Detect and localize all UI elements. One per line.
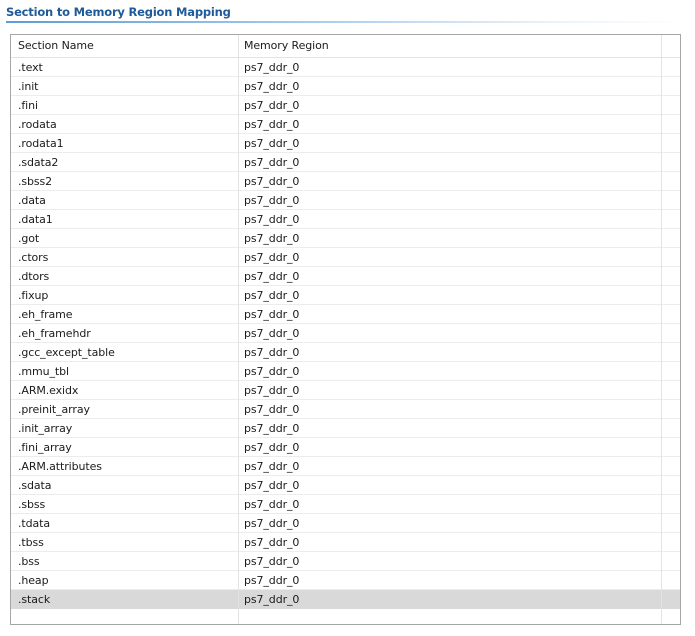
section-name-cell: .bss <box>18 555 40 568</box>
memory-region-cell[interactable]: ps7_ddr_0 <box>244 191 654 210</box>
section-name-cell: .text <box>18 61 43 74</box>
table-row[interactable]: .tdata ps7_ddr_0 <box>11 514 680 533</box>
section-name-cell: .heap <box>18 574 49 587</box>
table-row[interactable]: .eh_frame ps7_ddr_0 <box>11 305 680 324</box>
memory-region-cell[interactable]: ps7_ddr_0 <box>244 305 654 324</box>
section-name-cell: .eh_framehdr <box>18 327 91 340</box>
table-row[interactable]: .rodata1 ps7_ddr_0 <box>11 134 680 153</box>
section-name-cell: .sbss2 <box>18 175 53 188</box>
section-name-cell: .data <box>18 194 46 207</box>
section-name-cell: .fini_array <box>18 441 72 454</box>
memory-region-cell[interactable]: ps7_ddr_0 <box>244 210 654 229</box>
table-row[interactable]: .tbss ps7_ddr_0 <box>11 533 680 552</box>
table-row[interactable]: .data ps7_ddr_0 <box>11 191 680 210</box>
section-mapping-table[interactable]: Section Name Memory Region .text ps7_ddr_… <box>10 34 681 625</box>
section-name-cell: .ARM.exidx <box>18 384 79 397</box>
memory-region-cell[interactable]: ps7_ddr_0 <box>244 248 654 267</box>
memory-region-cell[interactable]: ps7_ddr_0 <box>244 476 654 495</box>
table-header: Section Name Memory Region <box>11 35 680 58</box>
section-name-cell: .preinit_array <box>18 403 90 416</box>
table-row[interactable]: .gcc_except_table ps7_ddr_0 <box>11 343 680 362</box>
section-name-cell: .fini <box>18 99 38 112</box>
table-row[interactable]: .stack ps7_ddr_0 <box>11 590 680 609</box>
memory-region-cell[interactable]: ps7_ddr_0 <box>244 400 654 419</box>
memory-region-cell[interactable]: ps7_ddr_0 <box>244 286 654 305</box>
memory-region-cell[interactable]: ps7_ddr_0 <box>244 77 654 96</box>
memory-region-cell[interactable]: ps7_ddr_0 <box>244 153 654 172</box>
section-name-cell: .mmu_tbl <box>18 365 69 378</box>
column-header-memory-region[interactable]: Memory Region <box>244 35 654 58</box>
table-body: .text ps7_ddr_0 .init ps7_ddr_0 .fini ps7_ddr… <box>11 58 680 609</box>
table-row[interactable]: .ctors ps7_ddr_0 <box>11 248 680 267</box>
table-row[interactable]: .sbss ps7_ddr_0 <box>11 495 680 514</box>
memory-region-cell[interactable]: ps7_ddr_0 <box>244 343 654 362</box>
section-name-cell: .data1 <box>18 213 53 226</box>
table-row[interactable]: .sbss2 ps7_ddr_0 <box>11 172 680 191</box>
table-row[interactable]: .heap ps7_ddr_0 <box>11 571 680 590</box>
memory-region-cell[interactable]: ps7_ddr_0 <box>244 267 654 286</box>
memory-region-cell[interactable]: ps7_ddr_0 <box>244 495 654 514</box>
memory-region-cell[interactable]: ps7_ddr_0 <box>244 514 654 533</box>
table-row[interactable]: .sdata ps7_ddr_0 <box>11 476 680 495</box>
section-name-cell: .sbss <box>18 498 46 511</box>
memory-region-cell[interactable]: ps7_ddr_0 <box>244 590 654 609</box>
table-row[interactable]: .bss ps7_ddr_0 <box>11 552 680 571</box>
memory-region-cell[interactable]: ps7_ddr_0 <box>244 571 654 590</box>
table-row[interactable]: .text ps7_ddr_0 <box>11 58 680 77</box>
table-row[interactable]: .preinit_array ps7_ddr_0 <box>11 400 680 419</box>
table-row[interactable]: .ARM.attributes ps7_ddr_0 <box>11 457 680 476</box>
table-row[interactable]: .init ps7_ddr_0 <box>11 77 680 96</box>
column-divider[interactable] <box>238 35 239 624</box>
table-row[interactable]: .fixup ps7_ddr_0 <box>11 286 680 305</box>
section-name-cell: .rodata <box>18 118 57 131</box>
memory-region-cell[interactable]: ps7_ddr_0 <box>244 324 654 343</box>
table-row[interactable]: .got ps7_ddr_0 <box>11 229 680 248</box>
memory-region-cell[interactable]: ps7_ddr_0 <box>244 533 654 552</box>
memory-region-cell[interactable]: ps7_ddr_0 <box>244 134 654 153</box>
section-name-cell: .gcc_except_table <box>18 346 115 359</box>
section-name-cell: .sdata <box>18 479 52 492</box>
column-header-section-name[interactable]: Section Name <box>18 35 233 58</box>
section-name-cell: .dtors <box>18 270 50 283</box>
memory-region-cell[interactable]: ps7_ddr_0 <box>244 115 654 134</box>
section-name-cell: .stack <box>18 593 51 606</box>
section-name-cell: .fixup <box>18 289 49 302</box>
table-row[interactable]: .sdata2 ps7_ddr_0 <box>11 153 680 172</box>
memory-region-cell[interactable]: ps7_ddr_0 <box>244 58 654 77</box>
section-name-cell: .init_array <box>18 422 73 435</box>
memory-region-cell[interactable]: ps7_ddr_0 <box>244 552 654 571</box>
memory-region-cell[interactable]: ps7_ddr_0 <box>244 457 654 476</box>
table-row[interactable]: .mmu_tbl ps7_ddr_0 <box>11 362 680 381</box>
section-name-cell: .init <box>18 80 39 93</box>
table-row[interactable]: .rodata ps7_ddr_0 <box>11 115 680 134</box>
memory-region-cell[interactable]: ps7_ddr_0 <box>244 438 654 457</box>
table-row[interactable]: .fini_array ps7_ddr_0 <box>11 438 680 457</box>
section-name-cell: .eh_frame <box>18 308 73 321</box>
table-row[interactable]: .dtors ps7_ddr_0 <box>11 267 680 286</box>
section-name-cell: .ARM.attributes <box>18 460 102 473</box>
memory-region-cell[interactable]: ps7_ddr_0 <box>244 419 654 438</box>
section-title: Section to Memory Region Mapping <box>6 5 231 19</box>
section-name-cell: .tbss <box>18 536 44 549</box>
memory-region-cell[interactable]: ps7_ddr_0 <box>244 229 654 248</box>
section-header: Section to Memory Region Mapping <box>6 3 689 23</box>
table-row[interactable]: .ARM.exidx ps7_ddr_0 <box>11 381 680 400</box>
memory-region-cell[interactable]: ps7_ddr_0 <box>244 362 654 381</box>
table-row[interactable]: .data1 ps7_ddr_0 <box>11 210 680 229</box>
table-row[interactable]: .init_array ps7_ddr_0 <box>11 419 680 438</box>
section-name-cell: .ctors <box>18 251 49 264</box>
table-row[interactable]: .fini ps7_ddr_0 <box>11 96 680 115</box>
memory-region-cell[interactable]: ps7_ddr_0 <box>244 96 654 115</box>
memory-region-cell[interactable]: ps7_ddr_0 <box>244 172 654 191</box>
table-row[interactable]: .eh_framehdr ps7_ddr_0 <box>11 324 680 343</box>
section-name-cell: .tdata <box>18 517 50 530</box>
section-name-cell: .sdata2 <box>18 156 59 169</box>
section-name-cell: .rodata1 <box>18 137 64 150</box>
section-name-cell: .got <box>18 232 40 245</box>
section-underline <box>6 21 689 23</box>
memory-region-cell[interactable]: ps7_ddr_0 <box>244 381 654 400</box>
column-divider[interactable] <box>661 35 662 624</box>
